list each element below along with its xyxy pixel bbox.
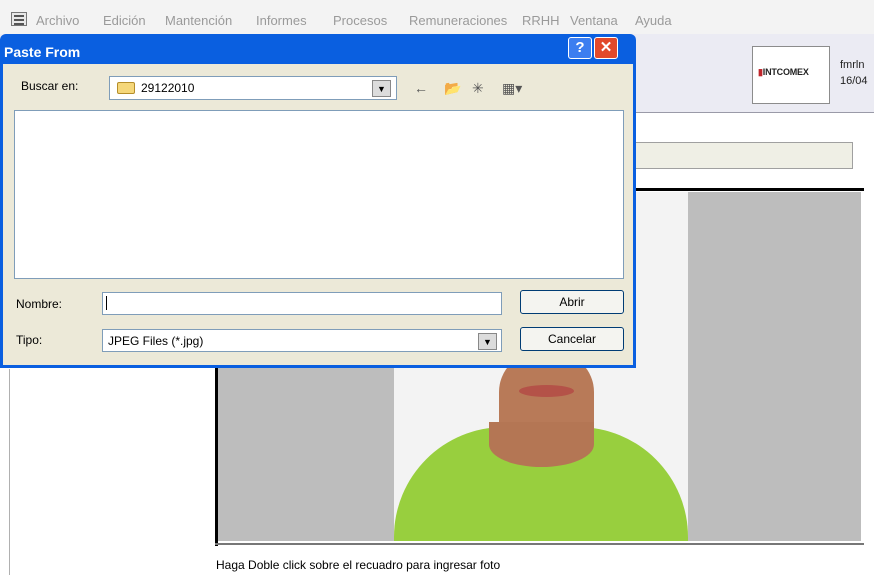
chevron-down-icon[interactable]: ▼ bbox=[478, 333, 497, 350]
left-panel bbox=[9, 369, 216, 575]
file-list[interactable] bbox=[14, 110, 624, 279]
dialog-title: Paste From bbox=[4, 44, 81, 60]
menu-rrhh[interactable]: RRHH bbox=[522, 13, 560, 28]
app-menu-icon[interactable] bbox=[11, 12, 27, 26]
open-button[interactable]: Abrir bbox=[520, 290, 624, 314]
photo-hint-text: Haga Doble click sobre el recuadro para … bbox=[216, 558, 501, 572]
company-logo-text: ▮INTCOMEX bbox=[758, 67, 809, 77]
user-info: fmrln 16/04 bbox=[840, 57, 868, 89]
up-folder-icon[interactable]: 📂 bbox=[444, 80, 461, 97]
session-date: 16/04 bbox=[840, 75, 868, 87]
text-caret bbox=[106, 296, 107, 310]
close-button[interactable]: ✕ bbox=[594, 37, 618, 59]
menu-ventana[interactable]: Ventana bbox=[570, 13, 618, 28]
cancel-button[interactable]: Cancelar bbox=[520, 327, 624, 351]
user-name: fmrln bbox=[840, 59, 865, 71]
lookin-label: Buscar en: bbox=[21, 79, 79, 93]
photo-frame-border-bottom bbox=[215, 543, 864, 545]
menu-remuneraciones[interactable]: Remuneraciones bbox=[409, 13, 507, 28]
menu-informes[interactable]: Informes bbox=[256, 13, 307, 28]
menu-mantencion[interactable]: Mantención bbox=[165, 13, 232, 28]
filetype-value: JPEG Files (*.jpg) bbox=[108, 334, 204, 348]
menu-bar: Archivo Edición Mantención Informes Proc… bbox=[0, 0, 874, 34]
info-field[interactable] bbox=[633, 142, 853, 169]
name-label: Nombre: bbox=[16, 297, 63, 311]
menu-ayuda[interactable]: Ayuda bbox=[635, 13, 672, 28]
chevron-down-icon[interactable]: ▼ bbox=[372, 80, 391, 97]
menu-procesos[interactable]: Procesos bbox=[333, 13, 387, 28]
type-label: Tipo: bbox=[16, 333, 43, 347]
view-menu-icon[interactable]: ▦▾ bbox=[502, 80, 522, 97]
menu-edicion[interactable]: Edición bbox=[103, 13, 146, 28]
back-icon[interactable]: ← bbox=[414, 80, 428, 96]
filename-input[interactable] bbox=[102, 292, 502, 315]
new-folder-icon[interactable]: ✳ bbox=[472, 80, 484, 97]
help-button[interactable]: ? bbox=[568, 37, 592, 59]
menu-archivo[interactable]: Archivo bbox=[36, 13, 79, 28]
folder-name: 29122010 bbox=[141, 81, 195, 95]
folder-icon bbox=[117, 82, 135, 94]
